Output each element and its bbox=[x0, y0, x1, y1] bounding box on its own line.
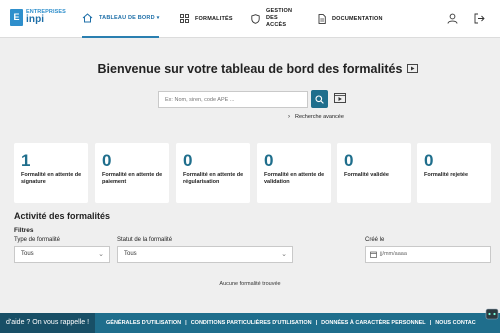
search-video-icon[interactable] bbox=[334, 93, 346, 103]
status-filter-value: Tous bbox=[124, 251, 137, 257]
type-filter-value: Tous bbox=[21, 251, 34, 257]
advanced-search-link[interactable]: › Recherche avancée bbox=[288, 114, 344, 120]
chevron-down-icon: ▾ bbox=[156, 15, 160, 21]
page-title: Bienvenue sur votre tableau de bord des … bbox=[97, 62, 403, 76]
status-card-regularisation[interactable]: 0 Formalité en attente de régularisation bbox=[176, 143, 250, 203]
shield-icon bbox=[251, 13, 260, 24]
nav-documentation[interactable]: DOCUMENTATION bbox=[318, 0, 383, 37]
footer-link-cgu[interactable]: GÉNÉRALES D'UTILISATION bbox=[106, 320, 181, 326]
status-card-validated[interactable]: 0 Formalité validée bbox=[337, 143, 411, 203]
top-header: E ENTREPRISES inpi TABLEAU DE BORD ▾ FOR… bbox=[0, 0, 500, 38]
footer-link-cpu[interactable]: CONDITIONS PARTICULIÈRES D'UTILISATION bbox=[191, 320, 312, 326]
chat-icon[interactable] bbox=[485, 308, 499, 322]
footer-link-personal-data[interactable]: DONNÉES À CARACTÈRE PERSONNEL bbox=[321, 320, 426, 326]
status-card-validation[interactable]: 0 Formalité en attente de validation bbox=[257, 143, 331, 203]
created-date-input[interactable]: jj/mm/aaaa bbox=[365, 246, 491, 263]
brand-line2: inpi bbox=[26, 14, 45, 25]
search-button[interactable] bbox=[311, 90, 328, 108]
nav-documentation-label: DOCUMENTATION bbox=[332, 15, 383, 22]
footer-separator: | bbox=[429, 320, 432, 326]
card-label: Formalité en attente de signature bbox=[21, 172, 82, 186]
advanced-search-label: Recherche avancée bbox=[295, 114, 344, 120]
logout-icon[interactable] bbox=[474, 13, 485, 24]
card-label: Formalité rejetée bbox=[424, 172, 469, 178]
card-count: 1 bbox=[21, 151, 31, 170]
search-input[interactable] bbox=[158, 91, 308, 108]
card-label: Formalité en attente de régularisation bbox=[183, 172, 244, 186]
filters-title: Filtres bbox=[14, 227, 34, 234]
card-label: Formalité en attente de validation bbox=[264, 172, 325, 186]
card-count: 0 bbox=[344, 151, 354, 170]
status-card-rejected[interactable]: 0 Formalité rejetée bbox=[417, 143, 491, 203]
empty-state-message: Aucune formalité trouvée bbox=[219, 281, 281, 287]
nav-gestion-line1: GESTION bbox=[266, 8, 293, 14]
document-icon bbox=[318, 13, 326, 24]
activity-title: Activité des formalités bbox=[14, 211, 111, 221]
created-date-label: Créé le bbox=[365, 237, 385, 243]
chevron-down-icon: ⌄ bbox=[98, 251, 104, 258]
inpi-logo[interactable]: E bbox=[10, 9, 23, 26]
home-icon bbox=[82, 13, 93, 23]
type-filter-select[interactable]: Tous ⌄ bbox=[14, 246, 110, 263]
footer-links: GÉNÉRALES D'UTILISATION | CONDITIONS PAR… bbox=[106, 313, 476, 333]
nav-formalities-label: FORMALITÉS bbox=[195, 15, 233, 22]
grid-icon bbox=[180, 14, 189, 23]
created-date-placeholder: jj/mm/aaaa bbox=[380, 251, 407, 257]
status-filter-label: Statut de la formalité bbox=[117, 237, 173, 243]
card-count: 0 bbox=[102, 151, 112, 170]
brand-name[interactable]: ENTREPRISES inpi bbox=[26, 9, 70, 25]
type-filter-label: Type de formalité bbox=[14, 237, 61, 243]
status-filter-select[interactable]: Tous ⌄ bbox=[117, 246, 293, 263]
card-count: 0 bbox=[424, 151, 434, 170]
card-count: 0 bbox=[183, 151, 193, 170]
footer-separator: | bbox=[185, 320, 187, 326]
nav-dashboard-label: TABLEAU DE BORD bbox=[99, 15, 155, 21]
nav-formalities[interactable]: FORMALITÉS bbox=[180, 0, 233, 37]
card-count: 0 bbox=[264, 151, 274, 170]
search-icon bbox=[315, 94, 324, 104]
footer-separator: | bbox=[315, 320, 318, 326]
card-label: Formalité validée bbox=[344, 172, 389, 178]
card-label: Formalité en attente de paiement bbox=[102, 172, 163, 186]
callback-button[interactable]: d'aide ? On vous rappelle ! bbox=[0, 313, 96, 333]
user-icon[interactable] bbox=[447, 13, 458, 24]
nav-access-management[interactable]: GESTION DES ACCÈS bbox=[251, 0, 292, 37]
footer-link-contact[interactable]: NOUS CONTAC bbox=[435, 320, 476, 326]
calendar-icon bbox=[370, 251, 377, 258]
nav-dashboard[interactable]: TABLEAU DE BORD ▾ bbox=[82, 0, 160, 38]
nav-gestion-line2: DES bbox=[266, 15, 278, 21]
nav-gestion-line3: ACCÈS bbox=[266, 22, 287, 28]
status-card-payment[interactable]: 0 Formalité en attente de paiement bbox=[95, 143, 169, 203]
chevron-right-icon: › bbox=[288, 114, 290, 120]
status-card-signature[interactable]: 1 Formalité en attente de signature bbox=[14, 143, 88, 203]
video-icon[interactable] bbox=[407, 64, 418, 73]
chevron-down-icon: ⌄ bbox=[281, 251, 287, 258]
